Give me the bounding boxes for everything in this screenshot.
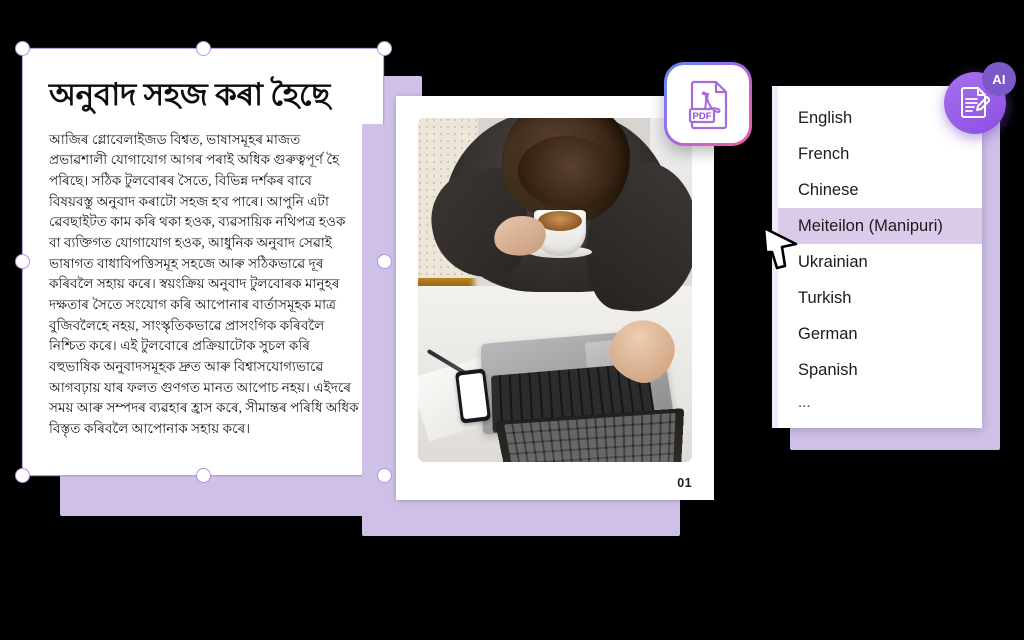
language-option-spanish[interactable]: Spanish bbox=[778, 352, 982, 388]
selection-handle-bottom-right[interactable] bbox=[377, 468, 392, 483]
pdf-icon: PDF bbox=[688, 80, 728, 130]
selection-handle-top-right[interactable] bbox=[377, 41, 392, 56]
language-option-chinese[interactable]: Chinese bbox=[778, 172, 982, 208]
language-option-ukrainian[interactable]: Ukrainian bbox=[778, 244, 982, 280]
language-dropdown-panel[interactable]: English French Chinese Meiteilon (Manipu… bbox=[772, 86, 982, 428]
selection-handle-bottom-left[interactable] bbox=[15, 468, 30, 483]
selection-handle-middle-right[interactable] bbox=[377, 254, 392, 269]
center-document-page[interactable]: 01 bbox=[396, 96, 714, 500]
pdf-badge-label: PDF bbox=[693, 111, 712, 122]
ai-assistant-badge[interactable]: AI bbox=[938, 62, 1018, 144]
selection-handle-middle-left[interactable] bbox=[15, 254, 30, 269]
language-option-meiteilon[interactable]: Meiteilon (Manipuri) bbox=[778, 208, 982, 244]
pdf-file-badge[interactable]: PDF bbox=[664, 62, 752, 146]
language-option-list: English French Chinese Meiteilon (Manipu… bbox=[778, 100, 982, 418]
mouse-pointer-icon bbox=[762, 226, 798, 270]
language-option-french[interactable]: French bbox=[778, 136, 982, 172]
ai-badge-label-circle: AI bbox=[982, 62, 1016, 96]
pdf-badge-inner: PDF bbox=[667, 65, 749, 143]
language-option-german[interactable]: German bbox=[778, 316, 982, 352]
canvas: অনুবাদ সহজ কৰা হৈছে আজিৰ গ্লোবেলাইজড বিশ… bbox=[0, 0, 1024, 640]
document-body-text: আজিৰ গ্লোবেলাইজড বিশ্বত, ভাষাসমূহৰ মাজত … bbox=[49, 131, 359, 436]
selection-handle-top-center[interactable] bbox=[196, 41, 211, 56]
left-document-content: অনুবাদ সহজ কৰা হৈছে আজিৰ গ্লোবেলাইজড বিশ… bbox=[23, 49, 383, 440]
selection-handle-bottom-center[interactable] bbox=[196, 468, 211, 483]
document-edit-icon bbox=[961, 87, 990, 118]
language-option-turkish[interactable]: Turkish bbox=[778, 280, 982, 316]
left-document-group[interactable]: অনুবাদ সহজ কৰা হৈছে আজিৰ গ্লোবেলাইজড বিশ… bbox=[15, 41, 422, 516]
document-title: অনুবাদ সহজ কৰা হৈছে bbox=[49, 77, 331, 112]
document-photo bbox=[418, 118, 692, 462]
selection-handle-top-left[interactable] bbox=[15, 41, 30, 56]
left-document-page[interactable]: অনুবাদ সহজ কৰা হৈছে আজিৰ গ্লোবেলাইজড বিশ… bbox=[22, 48, 384, 476]
photo-person-hair-highlight bbox=[518, 136, 614, 206]
photo-smartphone-screen bbox=[458, 372, 488, 420]
language-option-more[interactable]: ... bbox=[778, 388, 982, 418]
page-number: 01 bbox=[677, 476, 692, 490]
center-document-group[interactable]: 01 bbox=[362, 96, 714, 536]
language-dropdown-group[interactable]: English French Chinese Meiteilon (Manipu… bbox=[772, 86, 1000, 450]
